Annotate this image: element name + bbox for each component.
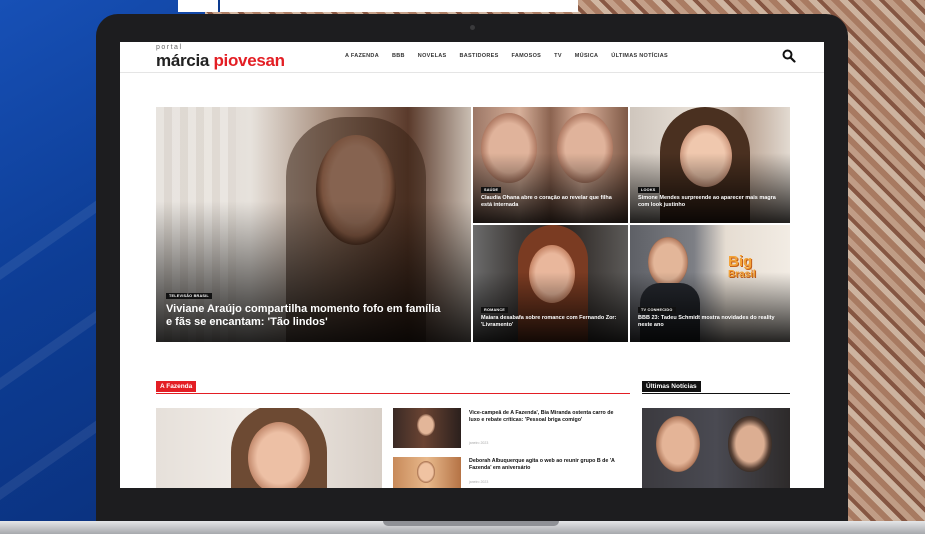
hero-main-title[interactable]: Viviane Araújo compartilha momento fofo … bbox=[166, 303, 446, 329]
hero-card-3-tag[interactable]: ROMANCE bbox=[481, 307, 509, 313]
bbb-logo-big: Big bbox=[728, 253, 753, 270]
fazenda-item-2-meta: janeiro 2023 bbox=[469, 480, 489, 484]
ultimas-photo-left bbox=[656, 416, 700, 472]
section-label-a-fazenda[interactable]: A Fazenda bbox=[156, 381, 197, 392]
hero-card-4-tag[interactable]: TV CONHECIDO bbox=[638, 307, 676, 313]
logo-word-marcia: márcia bbox=[156, 51, 210, 70]
laptop-base bbox=[0, 521, 925, 534]
nav-item-novelas[interactable]: NOVELAS bbox=[418, 53, 447, 59]
logo-wordmark: márcia piovesan bbox=[156, 52, 285, 70]
hero-card-4-title[interactable]: BBB 23: Tadeu Schmidt mostra novidades d… bbox=[638, 315, 778, 328]
hero-card-1-tag[interactable]: SAÚDE bbox=[481, 187, 502, 193]
laptop-frame: portal márcia piovesan A FAZENDA BBB NOV… bbox=[96, 14, 848, 524]
fazenda-item-1-thumb[interactable] bbox=[393, 408, 461, 448]
nav-item-tv[interactable]: TV bbox=[554, 53, 562, 59]
hero-card-4[interactable]: Big Brasil TV CONHECIDO BBB 23: Tadeu Sc… bbox=[630, 225, 790, 342]
hero-main-card[interactable]: TELEVISÃO BRASIL Viviane Araújo comparti… bbox=[156, 107, 471, 342]
fazenda-item-2-thumb[interactable] bbox=[393, 457, 461, 488]
nav-item-famosos[interactable]: FAMOSOS bbox=[512, 53, 542, 59]
section-divider-ultimas bbox=[642, 393, 790, 394]
fazenda-item-1-title[interactable]: Vice-campeã de A Fazenda', Bia Miranda o… bbox=[469, 410, 619, 423]
fazenda-item-2-title[interactable]: Deborah Albuquerque agita o web ao reuni… bbox=[469, 458, 619, 471]
nav-item-musica[interactable]: MÚSICA bbox=[575, 53, 599, 59]
section-label-ultimas-noticias[interactable]: Últimas Notícias bbox=[642, 381, 701, 392]
nav-item-ultimas-noticias[interactable]: ÚLTIMAS NOTÍCIAS bbox=[611, 53, 668, 59]
hero-card-3[interactable]: ROMANCE Maiara desabafa sobre romance co… bbox=[473, 225, 628, 342]
nav-item-a-fazenda[interactable]: A FAZENDA bbox=[345, 53, 379, 59]
fazenda-main-photo bbox=[248, 422, 310, 488]
laptop-camera bbox=[470, 25, 475, 30]
logo-word-piovesan: piovesan bbox=[213, 51, 285, 70]
hero-main-tag[interactable]: TELEVISÃO BRASIL bbox=[166, 293, 212, 299]
hero-card-2-tag[interactable]: LOOKS bbox=[638, 187, 659, 193]
hero-card-3-title[interactable]: Maiara desabafa sobre romance com Fernan… bbox=[481, 315, 619, 328]
ultimas-photo-right bbox=[728, 416, 772, 472]
fazenda-item-1-meta: janeiro 2023 bbox=[469, 441, 489, 445]
ultimas-main-card[interactable] bbox=[642, 408, 790, 488]
backdrop-white-strip bbox=[178, 0, 578, 12]
site-header: portal márcia piovesan A FAZENDA BBB NOV… bbox=[120, 42, 824, 73]
hero-card-1[interactable]: SAÚDE Claudia Ohana abre o coração ao re… bbox=[473, 107, 628, 223]
section-divider-a-fazenda bbox=[156, 393, 630, 394]
site-logo[interactable]: portal márcia piovesan bbox=[156, 44, 285, 70]
main-nav: A FAZENDA BBB NOVELAS BASTIDORES FAMOSOS… bbox=[345, 53, 668, 59]
hero-card-1-title[interactable]: Claudia Ohana abre o coração ao revelar … bbox=[481, 195, 619, 208]
nav-item-bastidores[interactable]: BASTIDORES bbox=[459, 53, 498, 59]
hero-card-2[interactable]: LOOKS Simone Mendes surpreende ao aparec… bbox=[630, 107, 790, 223]
nav-item-bbb[interactable]: BBB bbox=[392, 53, 405, 59]
laptop-screen: portal márcia piovesan A FAZENDA BBB NOV… bbox=[120, 42, 824, 488]
search-icon[interactable] bbox=[782, 49, 796, 63]
hero-card-2-title[interactable]: Simone Mendes surpreende ao aparecer mai… bbox=[638, 195, 778, 208]
fazenda-main-card[interactable] bbox=[156, 408, 382, 488]
